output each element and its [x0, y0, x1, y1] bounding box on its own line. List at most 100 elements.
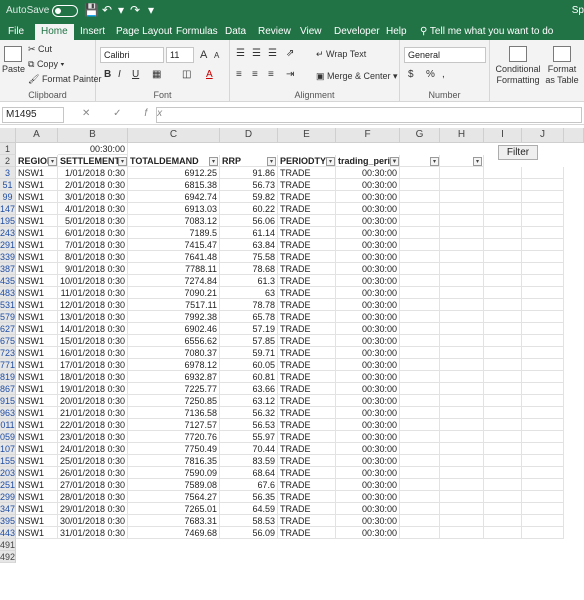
cell-trading-period[interactable]: 00:30:00	[336, 227, 400, 239]
row-header[interactable]: 819	[0, 371, 16, 383]
empty-cell[interactable]	[440, 311, 484, 323]
cell-settlementdate[interactable]: 2/01/2018 0:30	[58, 179, 128, 191]
empty-cell[interactable]	[440, 491, 484, 503]
cell-region[interactable]: NSW1	[16, 491, 58, 503]
cell-region[interactable]: NSW1	[16, 371, 58, 383]
cell-settlementdate[interactable]: 5/01/2018 0:30	[58, 215, 128, 227]
cell-settlementdate[interactable]: 14/01/2018 0:30	[58, 323, 128, 335]
cell-periodtype[interactable]: TRADE	[278, 311, 336, 323]
empty-cell[interactable]	[400, 239, 440, 251]
empty-cell[interactable]	[400, 515, 440, 527]
cell-trading-period[interactable]: 00:30:00	[336, 287, 400, 299]
format-painter-button[interactable]: 🖌 Format Painter	[28, 74, 101, 85]
cell-region[interactable]: NSW1	[16, 383, 58, 395]
empty-cell[interactable]	[522, 239, 564, 251]
cell-periodtype[interactable]: TRADE	[278, 515, 336, 527]
row-header[interactable]: 395	[0, 515, 16, 527]
cell-totaldemand[interactable]: 6932.87	[128, 371, 220, 383]
empty-cell[interactable]	[400, 503, 440, 515]
empty-cell[interactable]	[522, 419, 564, 431]
empty-cell[interactable]	[522, 311, 564, 323]
row-header[interactable]: 251	[0, 479, 16, 491]
empty-cell[interactable]	[522, 227, 564, 239]
cell-rrp[interactable]: 70.44	[220, 443, 278, 455]
empty-cell[interactable]	[400, 407, 440, 419]
grow-font-button[interactable]: A	[200, 49, 207, 61]
empty-cell[interactable]	[484, 203, 522, 215]
tab-view[interactable]: View	[294, 24, 328, 40]
cell-trading-period[interactable]: 00:30:00	[336, 311, 400, 323]
cell-rrp[interactable]: 56.35	[220, 491, 278, 503]
cell-settlementdate[interactable]: 17/01/2018 0:30	[58, 359, 128, 371]
empty-cell[interactable]	[440, 215, 484, 227]
cell-totaldemand[interactable]: 6913.03	[128, 203, 220, 215]
column-header-h[interactable]: H	[440, 128, 484, 143]
filter-button[interactable]: Filter	[498, 145, 538, 160]
empty-cell[interactable]	[400, 383, 440, 395]
empty-cell[interactable]	[484, 191, 522, 203]
empty-cell[interactable]	[484, 371, 522, 383]
cell-rrp[interactable]: 63	[220, 287, 278, 299]
undo-icon[interactable]: ↶	[102, 3, 112, 17]
cell-rrp[interactable]: 60.81	[220, 371, 278, 383]
empty-cell[interactable]	[400, 167, 440, 179]
empty-cell[interactable]	[484, 395, 522, 407]
empty-cell[interactable]	[400, 323, 440, 335]
empty-cell[interactable]	[522, 191, 564, 203]
cell-rrp[interactable]: 75.58	[220, 251, 278, 263]
cell-rrp[interactable]: 56.09	[220, 527, 278, 539]
cell-totaldemand[interactable]: 7127.57	[128, 419, 220, 431]
cell-rrp[interactable]: 58.53	[220, 515, 278, 527]
empty-cell[interactable]	[400, 275, 440, 287]
filter-dropdown-icon[interactable]: ▾	[48, 157, 57, 166]
comma-button[interactable]: ,	[442, 69, 445, 80]
empty-cell[interactable]	[440, 503, 484, 515]
empty-cell[interactable]	[522, 323, 564, 335]
cell-settlementdate[interactable]: 8/01/2018 0:30	[58, 251, 128, 263]
empty-cell[interactable]	[522, 395, 564, 407]
font-name-select[interactable]: Calibri	[100, 47, 164, 63]
empty-cell[interactable]	[440, 383, 484, 395]
cell-periodtype[interactable]: TRADE	[278, 443, 336, 455]
cut-button[interactable]: ✂ Cut	[28, 44, 52, 55]
cell-trading-period[interactable]: 00:30:00	[336, 299, 400, 311]
empty-cell[interactable]	[440, 467, 484, 479]
shrink-font-button[interactable]: A	[214, 51, 219, 60]
select-all-corner[interactable]	[0, 128, 16, 143]
empty-cell[interactable]	[440, 239, 484, 251]
tell-me-search[interactable]: ⚲ Tell me what you want to do	[420, 24, 553, 40]
empty-cell[interactable]	[400, 443, 440, 455]
cell-totaldemand[interactable]: 7517.11	[128, 299, 220, 311]
empty-cell[interactable]	[440, 227, 484, 239]
percent-button[interactable]: %	[426, 69, 435, 80]
cell-rrp[interactable]: 63.66	[220, 383, 278, 395]
empty-cell[interactable]	[440, 179, 484, 191]
header-cell-totaldemand[interactable]: TOTALDEMAND	[128, 155, 220, 167]
cell-periodtype[interactable]: TRADE	[278, 335, 336, 347]
empty-cell[interactable]	[400, 455, 440, 467]
cell-region[interactable]: NSW1	[16, 167, 58, 179]
cell-settlementdate[interactable]: 26/01/2018 0:30	[58, 467, 128, 479]
row-header[interactable]: 51	[0, 179, 16, 191]
empty-cell[interactable]	[484, 311, 522, 323]
row-header[interactable]: 243	[0, 227, 16, 239]
empty-cell[interactable]	[522, 215, 564, 227]
cell-settlementdate[interactable]: 24/01/2018 0:30	[58, 443, 128, 455]
row-header[interactable]: 579	[0, 311, 16, 323]
tab-review[interactable]: Review	[252, 24, 297, 40]
cell-totaldemand[interactable]: 7590.09	[128, 467, 220, 479]
cell-settlementdate[interactable]: 27/01/2018 0:30	[58, 479, 128, 491]
empty-cell[interactable]	[400, 203, 440, 215]
cell-settlementdate[interactable]: 16/01/2018 0:30	[58, 347, 128, 359]
empty-cell[interactable]	[484, 251, 522, 263]
column-header-b[interactable]: B	[58, 128, 128, 143]
cell-settlementdate[interactable]: 3/01/2018 0:30	[58, 191, 128, 203]
empty-cell[interactable]	[440, 455, 484, 467]
cell-region[interactable]: NSW1	[16, 323, 58, 335]
empty-cell[interactable]	[440, 515, 484, 527]
cell-totaldemand[interactable]: 7564.27	[128, 491, 220, 503]
cell-region[interactable]: NSW1	[16, 227, 58, 239]
bold-button[interactable]: B	[104, 69, 111, 80]
cell-settlementdate[interactable]: 9/01/2018 0:30	[58, 263, 128, 275]
row-header[interactable]: 435	[0, 275, 16, 287]
